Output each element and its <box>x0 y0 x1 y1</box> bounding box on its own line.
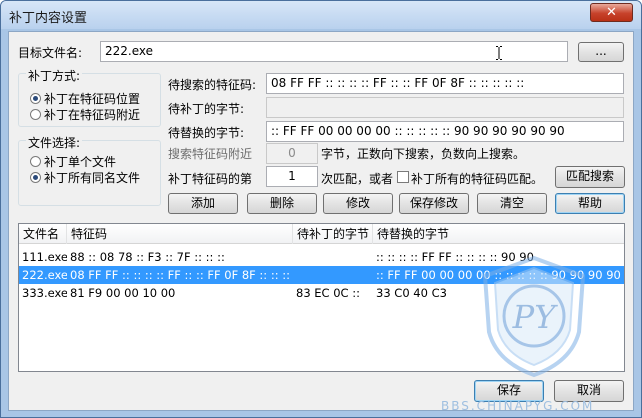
cell-patch-bytes <box>293 266 373 284</box>
cell-signature: 88 :: 08 78 :: F3 :: 7F :: :: :: <box>70 250 225 264</box>
radio-single-file-label: 补丁单个文件 <box>44 155 117 169</box>
column-patch-bytes[interactable]: 待补丁的字节 <box>293 224 373 244</box>
modify-button[interactable]: 修改 <box>323 193 393 214</box>
table-row[interactable]: 111.exe 88 :: 08 78 :: F3 :: 7F :: :: ::… <box>19 248 624 266</box>
cell-filename: 333.exe <box>22 286 67 300</box>
radio-near-signature[interactable] <box>30 109 41 120</box>
near-search-suffix: 字节，正数向下搜索，负数向上搜索。 <box>321 147 526 161</box>
all-matches-checkbox[interactable] <box>397 171 409 183</box>
cell-filename: 222.exe <box>22 268 67 282</box>
close-button[interactable]: ✕ <box>590 3 633 22</box>
patch-bytes-input[interactable] <box>266 97 624 118</box>
patch-list[interactable]: 文件名 特征码 待补丁的字节 待替换的字节 111.exe 88 :: 08 7… <box>18 223 625 372</box>
clear-button[interactable]: 清空 <box>477 193 547 214</box>
patch-mode-title: 补丁方式: <box>26 67 83 84</box>
cell-signature: 81 F9 00 00 10 00 <box>70 286 176 300</box>
watermark-site-text: BBS.CHINAPYG.COM <box>441 399 595 413</box>
all-matches-label: 补丁所有的特征码匹配。 <box>411 172 544 186</box>
delete-button[interactable]: 删除 <box>247 193 317 214</box>
cell-patch-bytes: 83 EC 0C :: <box>296 286 360 300</box>
radio-single-file[interactable] <box>30 156 41 167</box>
near-search-label: 搜索特征码附近 <box>168 147 253 161</box>
target-file-label: 目标文件名: <box>18 46 83 60</box>
nth-match-input[interactable]: 1 <box>266 166 318 187</box>
nth-match-label: 补丁特征码的第 <box>168 172 253 186</box>
dialog-client-area: 目标文件名: 222.exe ... 补丁方式: 补丁在特征码位置 补丁在特征码… <box>8 31 634 411</box>
table-row-selected[interactable]: 222.exe 08 FF FF :: :: :: :: FF :: :: FF… <box>19 266 625 284</box>
radio-near-signature-label: 补丁在特征码附近 <box>44 108 141 122</box>
near-search-input[interactable]: 0 <box>266 143 318 164</box>
window-title: 补丁内容设置 <box>9 11 88 26</box>
search-signature-input[interactable]: 08 FF FF :: :: :: :: FF :: :: FF 0F 8F :… <box>266 73 624 94</box>
cell-replace-bytes: :: FF FF 00 00 00 00 :: :: :: :: :: 90 9… <box>376 268 625 282</box>
radio-all-same-name[interactable] <box>30 172 41 183</box>
match-search-button[interactable]: 匹配搜索 <box>555 166 625 188</box>
column-signature[interactable]: 特征码 <box>67 224 293 244</box>
column-replace-bytes[interactable]: 待替换的字节 <box>373 224 625 244</box>
cell-filename: 111.exe <box>22 250 67 264</box>
radio-at-signature-label: 补丁在特征码位置 <box>44 92 141 106</box>
replace-bytes-label: 待替换的字节: <box>168 126 245 140</box>
patch-bytes-label: 待补丁的字节: <box>168 102 245 116</box>
nth-match-suffix: 次匹配，或者 <box>321 172 394 186</box>
cell-replace-bytes: :: :: :: :: FF FF :: :: :: :: 90 90 <box>376 250 534 264</box>
radio-all-same-name-label: 补丁所有同名文件 <box>44 171 141 185</box>
cell-patch-bytes <box>293 248 373 266</box>
patch-list-header: 文件名 特征码 待补丁的字节 待替换的字节 <box>19 224 624 244</box>
radio-at-signature[interactable] <box>30 93 41 104</box>
add-button[interactable]: 添加 <box>168 193 238 214</box>
text-cursor-icon <box>496 46 502 60</box>
column-filename[interactable]: 文件名 <box>19 224 67 244</box>
save-modify-button[interactable]: 保存修改 <box>399 193 469 214</box>
search-signature-label: 待搜索的特征码: <box>168 78 257 92</box>
cell-signature: 08 FF FF :: :: :: :: FF :: :: FF 0F 8F :… <box>70 268 293 282</box>
table-row[interactable]: 333.exe 81 F9 00 00 10 00 83 EC 0C :: 33… <box>19 284 624 302</box>
help-button[interactable]: 帮助 <box>555 193 625 214</box>
file-select-title: 文件选择: <box>26 134 83 151</box>
title-bar[interactable]: 补丁内容设置 ✕ <box>1 1 641 29</box>
replace-bytes-input[interactable]: :: FF FF 00 00 00 00 :: :: :: :: :: 90 9… <box>266 121 624 142</box>
cell-replace-bytes: 33 C0 40 C3 <box>376 286 447 300</box>
dialog-window: 补丁内容设置 ✕ 目标文件名: 222.exe ... 补丁方式: 补丁在特征码… <box>0 0 642 418</box>
browse-button[interactable]: ... <box>578 42 624 62</box>
